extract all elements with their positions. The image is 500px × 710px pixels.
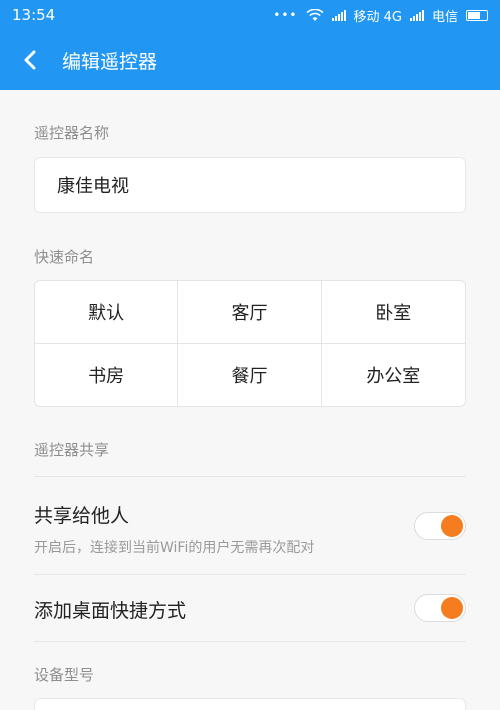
- carrier-telecom: 电信: [431, 9, 458, 25]
- remote-name-value: 康佳电视: [57, 176, 129, 197]
- shortcut-toggle[interactable]: [414, 594, 466, 622]
- share-toggle[interactable]: [414, 512, 466, 540]
- quick-name-option[interactable]: 客厅: [178, 281, 322, 344]
- signal-icon-2: [409, 9, 424, 21]
- battery-icon: [466, 9, 488, 21]
- share-description: 开启后，连接到当前WiFi的用户无需再次配对: [34, 540, 315, 556]
- quick-name-option[interactable]: 办公室: [322, 344, 465, 407]
- status-bar: 13:54 ••• 移动 4G 电信: [0, 0, 500, 30]
- chevron-left-icon: [24, 50, 36, 70]
- notification-dots: •••: [273, 8, 298, 22]
- back-button[interactable]: [0, 30, 60, 90]
- app-bar: 编辑遥控器: [0, 30, 500, 90]
- toggle-knob: [441, 597, 463, 619]
- remote-name-field[interactable]: 康佳电视: [34, 157, 466, 213]
- wifi-icon: [305, 8, 324, 21]
- shortcut-row: 添加桌面快捷方式: [34, 574, 466, 642]
- shortcut-title: 添加桌面快捷方式: [34, 600, 187, 622]
- quick-name-label: 快速命名: [34, 248, 95, 266]
- carrier-mobile: 移动 4G: [353, 9, 402, 25]
- quick-name-option[interactable]: 卧室: [321, 281, 465, 344]
- share-row: 共享给他人 开启后，连接到当前WiFi的用户无需再次配对: [34, 476, 466, 574]
- quick-name-option[interactable]: 书房: [35, 343, 179, 406]
- quick-name-option[interactable]: 默认: [35, 281, 179, 344]
- remote-name-label: 遥控器名称: [34, 124, 110, 142]
- status-time: 13:54: [12, 6, 56, 24]
- device-model-label: 设备型号: [34, 666, 95, 684]
- status-icons: ••• 移动 4G 电信: [273, 6, 488, 25]
- quick-name-option[interactable]: 餐厅: [178, 343, 322, 406]
- toggle-knob: [441, 515, 463, 537]
- settings-content: 遥控器名称 康佳电视 快速命名 默认 客厅 卧室 书房 餐厅 办公室 遥控器共享…: [0, 90, 500, 710]
- signal-icon: [331, 9, 346, 21]
- share-section-label: 遥控器共享: [34, 441, 110, 459]
- share-title: 共享给他人: [34, 505, 130, 527]
- device-model-field[interactable]: [34, 698, 466, 710]
- page-title: 编辑遥控器: [62, 50, 158, 73]
- quick-name-grid: 默认 客厅 卧室 书房 餐厅 办公室: [34, 280, 466, 407]
